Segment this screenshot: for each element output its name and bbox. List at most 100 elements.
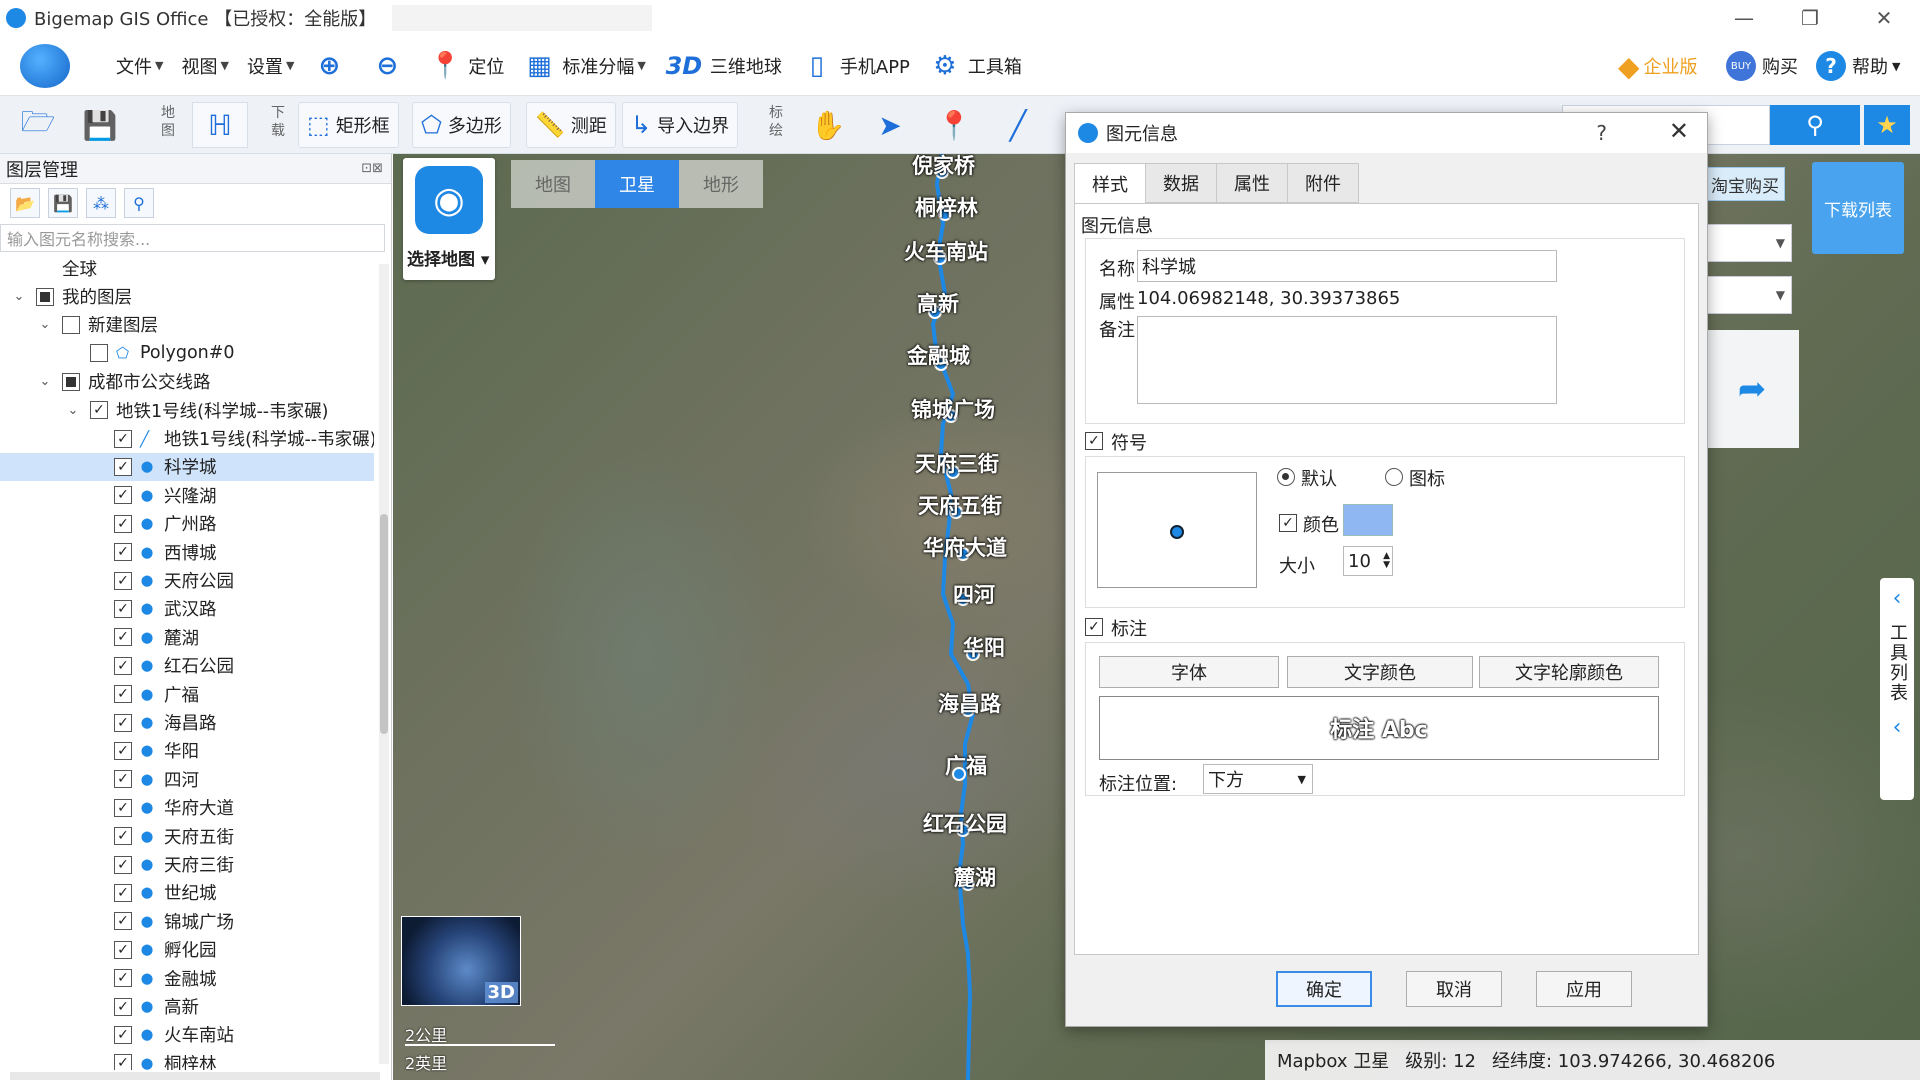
locate-button[interactable]: 📍 定位 [428, 46, 504, 86]
right-combo-1[interactable]: ▼ [1706, 224, 1792, 262]
map-type-terrain[interactable]: 地形 [679, 160, 763, 208]
layer-checkbox[interactable]: ✓ [114, 1054, 132, 1070]
tree-root[interactable]: 全球 [0, 254, 374, 282]
map-tool-button[interactable]: ℍ [192, 102, 248, 148]
layer-checkbox[interactable]: ✓ [114, 969, 132, 988]
taobao-buy-button[interactable]: 淘宝购买 [1705, 167, 1785, 201]
favorite-button[interactable]: ★ [1864, 105, 1910, 145]
layer-tree-hscrollbar[interactable] [10, 1072, 380, 1080]
line-button[interactable]: ╱ [998, 102, 1038, 148]
help-button[interactable]: ? 帮助 ▼ [1816, 36, 1900, 96]
menu-settings[interactable]: 设置 ▼ [247, 46, 294, 86]
tree-row[interactable]: ✓ ⬤ 武汉路 [0, 595, 374, 623]
text-color-button[interactable]: 文字颜色 [1287, 656, 1473, 688]
measure-button[interactable]: 📏 测距 [526, 102, 616, 148]
mobile-app-button[interactable]: ▯ 手机APP [800, 46, 910, 86]
rect-button[interactable]: ⬚ 矩形框 [298, 102, 399, 148]
tab-style[interactable]: 样式 [1074, 163, 1146, 205]
tree-row[interactable]: ⌄ 新建图层 [0, 311, 374, 339]
save-layer-button[interactable]: 💾 [48, 188, 78, 218]
layer-checkbox[interactable]: ✓ [114, 457, 132, 476]
select-map-button[interactable]: ◉ 选择地图 ▾ [403, 158, 495, 280]
menu-view[interactable]: 视图 ▼ [181, 46, 228, 86]
layer-checkbox[interactable]: ✓ [114, 599, 132, 618]
map-type-map[interactable]: 地图 [511, 160, 595, 208]
layer-checkbox[interactable]: ✓ [90, 401, 108, 420]
tree-row[interactable]: ✓ ⬤ 广福 [0, 680, 374, 708]
right-combo-2[interactable]: ▼ [1706, 276, 1792, 314]
tree-row[interactable]: ✓ ⬤ 火车南站 [0, 1021, 374, 1049]
globe-thumbnail[interactable]: 3D [401, 916, 521, 1006]
buy-button[interactable]: BUY 购买 [1726, 36, 1798, 96]
tree-row[interactable]: ✓ ⬤ 西博城 [0, 538, 374, 566]
dialog-close-button[interactable]: ✕ [1669, 117, 1689, 145]
tree-row[interactable]: ✓ ⬤ 华府大道 [0, 794, 374, 822]
pan-button[interactable]: ✋ [808, 102, 848, 148]
layer-checkbox[interactable]: ✓ [114, 798, 132, 817]
tree-row[interactable]: ⌄ 成都市公交线路 [0, 368, 374, 396]
tree-row[interactable]: ✓ ⬤ 天府五街 [0, 822, 374, 850]
chevron-down-icon[interactable]: ⌄ [38, 317, 52, 332]
tree-row[interactable]: ✓ ⬤ 四河 [0, 765, 374, 793]
tree-row[interactable]: ✓ ⬤ 世纪城 [0, 879, 374, 907]
layer-checkbox[interactable]: ✓ [114, 486, 132, 505]
restore-button[interactable]: ❐ [1781, 0, 1839, 36]
tree-row[interactable]: ⌄ ✓ 地铁1号线(科学城--韦家碾) [0, 396, 374, 424]
tree-row[interactable]: ✓ ⬤ 孵化园 [0, 936, 374, 964]
menu-file[interactable]: 文件 ▼ [116, 46, 163, 86]
tool-list-panel[interactable]: ‹ 工具列表 ‹ [1880, 578, 1914, 800]
tree-row[interactable]: ✓ ⬤ 华阳 [0, 737, 374, 765]
map-type-satellite[interactable]: 卫星 [595, 160, 679, 208]
save-button[interactable]: 💾 [80, 102, 120, 148]
minimize-button[interactable]: — [1715, 0, 1773, 36]
tree-row[interactable]: ✓ ⬤ 桐梓林 [0, 1049, 374, 1070]
tree-row[interactable]: ✓ ⬤ 麓湖 [0, 623, 374, 651]
app-home-icon[interactable] [20, 43, 70, 88]
tree-row[interactable]: ✓ ⬤ 锦城广场 [0, 907, 374, 935]
apply-button[interactable]: 应用 [1536, 971, 1632, 1007]
layer-checkbox[interactable]: ✓ [114, 571, 132, 590]
chevron-down-icon[interactable]: ⌄ [38, 374, 52, 389]
panel-controls[interactable]: ⊡⊠ [361, 161, 383, 176]
ok-button[interactable]: 确定 [1276, 971, 1372, 1007]
icon-radio[interactable] [1385, 468, 1403, 486]
share-card[interactable]: ➦ [1705, 330, 1799, 448]
layer-checkbox[interactable]: ✓ [114, 827, 132, 846]
layer-checkbox[interactable] [62, 372, 80, 391]
text-outline-color-button[interactable]: 文字轮廓颜色 [1479, 656, 1659, 688]
select-features-button[interactable]: ⁂ [86, 188, 116, 218]
layer-checkbox[interactable]: ✓ [114, 514, 132, 533]
layer-checkbox[interactable]: ✓ [114, 1025, 132, 1044]
size-spinner[interactable]: 10 ▲ ▼ [1343, 546, 1393, 576]
layer-checkbox[interactable]: ✓ [114, 855, 132, 874]
search-button[interactable]: ⚲ [1770, 105, 1860, 145]
tree-row[interactable]: ✓ ⬤ 天府三街 [0, 850, 374, 878]
annotation-position-select[interactable]: 下方 ▼ [1203, 764, 1313, 794]
layer-checkbox[interactable]: ✓ [114, 656, 132, 675]
chevron-left-icon[interactable]: ‹ [1893, 586, 1902, 611]
import-border-button[interactable]: ↳ 导入边界 [622, 102, 739, 148]
tree-row[interactable]: ⬠ Polygon#0 [0, 339, 374, 367]
tree-row[interactable]: ✓ ⬤ 红石公园 [0, 652, 374, 680]
tab-attributes[interactable]: 属性 [1216, 163, 1288, 203]
globe-button[interactable]: 3D 三维地球 [664, 46, 782, 86]
layer-checkbox[interactable]: ✓ [114, 685, 132, 704]
chevron-down-icon[interactable]: ⌄ [66, 403, 80, 418]
tree-row[interactable]: ⌄ 我的图层 [0, 282, 374, 310]
scrollbar-thumb[interactable] [380, 514, 388, 734]
layer-checkbox[interactable]: ✓ [114, 741, 132, 760]
zoom-in-button[interactable]: ⊕ [312, 46, 352, 86]
layer-checkbox[interactable] [62, 315, 80, 334]
dialog-help-button[interactable]: ? [1596, 121, 1607, 145]
symbol-checkbox[interactable]: ✓ [1085, 432, 1103, 450]
cancel-button[interactable]: 取消 [1406, 971, 1502, 1007]
spinner-arrows-icon[interactable]: ▲ ▼ [1383, 552, 1390, 570]
note-textarea[interactable] [1137, 316, 1557, 404]
layer-checkbox[interactable]: ✓ [114, 713, 132, 732]
layer-checkbox[interactable] [90, 344, 108, 363]
close-window-button[interactable]: ✕ [1855, 0, 1913, 36]
select-button[interactable]: ➤ [870, 102, 910, 148]
tree-row[interactable]: ✓ ⬤ 兴隆湖 [0, 481, 374, 509]
tab-data[interactable]: 数据 [1145, 163, 1217, 203]
layer-checkbox[interactable]: ✓ [114, 883, 132, 902]
